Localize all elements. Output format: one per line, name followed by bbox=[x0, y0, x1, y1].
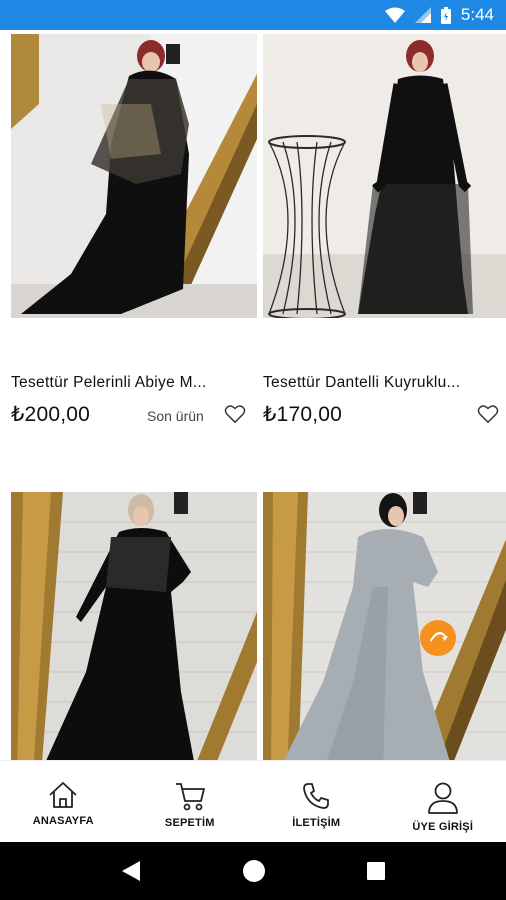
wifi-icon bbox=[384, 7, 405, 23]
user-icon bbox=[427, 782, 458, 814]
favorite-heart-icon[interactable] bbox=[477, 404, 499, 424]
product-card[interactable]: Tesettür Pelerinli Abiye M... ₺200,00 So… bbox=[11, 34, 257, 454]
product-card[interactable]: Tesettür Dantelli Kuyruklu... ₺170,00 bbox=[263, 34, 506, 454]
status-time: 5:44 bbox=[460, 5, 494, 24]
phone-icon bbox=[303, 783, 330, 809]
product-name[interactable]: Tesettür Dantelli Kuyruklu... bbox=[263, 374, 483, 392]
product-name[interactable]: Tesettür Pelerinli Abiye M... bbox=[11, 374, 231, 392]
product-grid[interactable]: Tesettür Pelerinli Abiye M... ₺200,00 So… bbox=[0, 30, 506, 760]
product-image[interactable] bbox=[263, 34, 506, 318]
nav-item-login[interactable]: ÜYE GİRİŞİ bbox=[380, 761, 506, 842]
app-screen: 5:44 Tesettür Pelerinli Abiye M... ₺200,… bbox=[0, 0, 506, 900]
cart-icon bbox=[175, 783, 205, 811]
favorite-heart-icon[interactable] bbox=[224, 404, 246, 424]
product-card[interactable] bbox=[11, 492, 257, 760]
bottom-navigation: ANASAYFA SEPETİM İLETİŞİM ÜYE GİRİŞİ bbox=[0, 760, 506, 842]
product-price: ₺200,00 bbox=[11, 403, 90, 426]
product-image[interactable] bbox=[11, 34, 257, 318]
arrow-icon bbox=[430, 631, 448, 642]
signal-icon bbox=[414, 7, 431, 23]
product-image[interactable] bbox=[11, 492, 257, 760]
nav-label: ÜYE GİRİŞİ bbox=[412, 821, 474, 833]
stock-badge: Son ürün bbox=[147, 408, 204, 424]
product-image[interactable] bbox=[263, 492, 506, 760]
back-icon[interactable] bbox=[120, 859, 142, 883]
scroll-top-button[interactable] bbox=[420, 620, 456, 656]
nav-label: SEPETİM bbox=[164, 817, 215, 829]
home-icon bbox=[49, 782, 77, 808]
battery-icon bbox=[440, 6, 451, 24]
nav-item-contact[interactable]: İLETİŞİM bbox=[253, 761, 380, 842]
nav-item-home[interactable]: ANASAYFA bbox=[0, 761, 127, 842]
nav-label: ANASAYFA bbox=[32, 815, 94, 827]
recents-icon[interactable] bbox=[366, 861, 386, 881]
product-card[interactable] bbox=[263, 492, 506, 760]
nav-item-cart[interactable]: SEPETİM bbox=[127, 761, 254, 842]
status-bar: 5:44 bbox=[0, 0, 506, 30]
home-button-icon[interactable] bbox=[242, 859, 266, 883]
product-price: ₺170,00 bbox=[263, 403, 342, 426]
system-navigation-bar bbox=[0, 842, 506, 900]
nav-label: İLETİŞİM bbox=[292, 817, 341, 829]
